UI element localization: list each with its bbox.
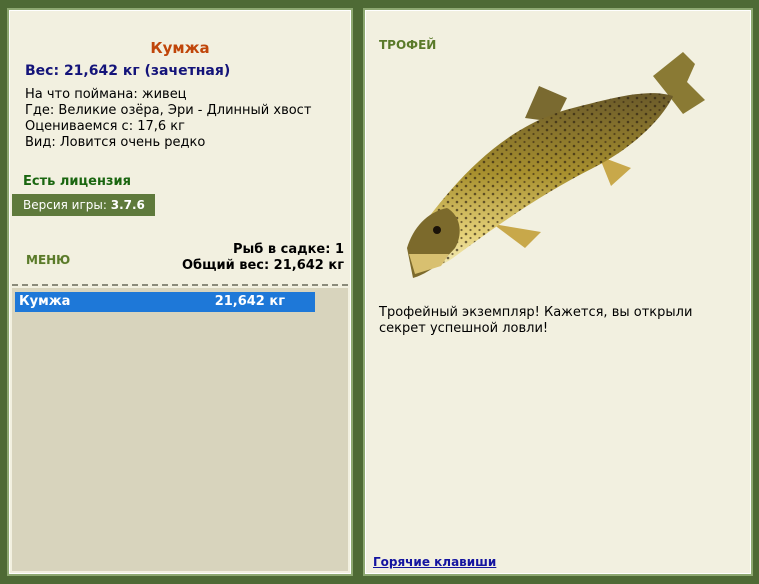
trophy-panel: ТРОФЕЙ Трофейный экземпляр! Кажется, вы …: [363, 8, 753, 576]
list-item[interactable]: Кумжа 21,642 кг: [15, 292, 315, 312]
hotkeys-link[interactable]: Горячие клавиши: [373, 555, 496, 569]
bait-info: На что поймана: живец: [25, 87, 187, 102]
fish-list: Кумжа 21,642 кг: [12, 288, 348, 571]
menu-button[interactable]: МЕНЮ: [26, 253, 70, 267]
rarity-info: Вид: Ловится очень редко: [25, 135, 206, 150]
list-item-weight: 21,642 кг: [214, 294, 285, 309]
threshold-info: Оцениваемся с: 17,6 кг: [25, 119, 185, 134]
trophy-description: Трофейный экземпляр! Кажется, вы открыли…: [379, 305, 693, 336]
cage-total-weight: Общий вес: 21,642 кг: [181, 258, 344, 273]
location-info: Где: Великие озёра, Эри - Длинный хвост: [25, 103, 312, 118]
divider: [12, 284, 348, 286]
version-label: Версия игры:: [23, 198, 107, 212]
license-status: Есть лицензия: [23, 174, 131, 189]
fish-name: Кумжа: [150, 39, 210, 57]
catch-info-panel: Кумжа Вес: 21,642 кг (зачетная) На что п…: [7, 8, 353, 576]
brown-trout-image: [407, 52, 705, 278]
version-badge: Версия игры: 3.7.6: [12, 194, 155, 216]
fish-weight: Вес: 21,642 кг (зачетная): [25, 63, 231, 79]
version-value: 3.7.6: [110, 198, 145, 212]
list-item-name: Кумжа: [19, 294, 71, 309]
cage-count: Рыб в садке: 1: [232, 242, 344, 257]
